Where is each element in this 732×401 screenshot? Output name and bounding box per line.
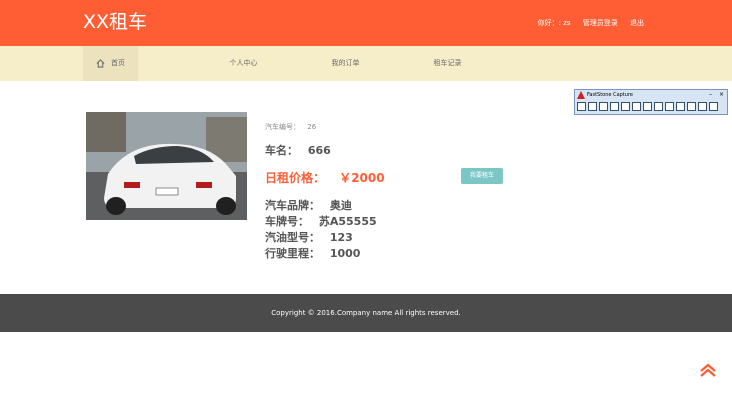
capture-tool-icon[interactable] — [654, 102, 663, 111]
nav-item-orders-label: 我的订单 — [332, 59, 360, 67]
nav-item-rental-records-label: 租车记录 — [434, 59, 462, 67]
copyright-text: Copyright © 2016.Company name All rights… — [271, 309, 461, 317]
mileage-value: 1000 — [330, 247, 361, 260]
nav-item-orders[interactable]: 我的订单 — [318, 46, 373, 81]
car-brand-label: 汽车品牌： — [265, 199, 320, 212]
nav-item-home[interactable]: 首页 — [83, 46, 138, 81]
main-nav: 首页 个人中心 我的订单 租车记录 — [0, 46, 732, 81]
capture-tool-icon[interactable] — [599, 102, 608, 111]
daily-price-row: 日租价格： ￥2000 — [265, 169, 385, 186]
capture-tool-icon[interactable] — [643, 102, 652, 111]
site-footer: Copyright © 2016.Company name All rights… — [0, 294, 732, 332]
capture-tool-icon[interactable] — [687, 102, 696, 111]
nav-item-home-label: 首页 — [111, 59, 125, 67]
car-number-row: 汽车编号： 26 — [265, 122, 316, 132]
nav-item-rental-records[interactable]: 租车记录 — [420, 46, 475, 81]
car-name-row: 车名： 666 — [265, 142, 331, 158]
car-photo — [86, 112, 247, 220]
user-greeting: 你好：: zs — [538, 19, 571, 27]
car-brand-row: 汽车品牌： 奥迪 — [265, 197, 352, 213]
back-to-top-icon[interactable] — [699, 363, 717, 377]
car-name-value: 666 — [308, 144, 331, 157]
capture-tool-icon[interactable] — [665, 102, 674, 111]
fuel-type-label: 汽油型号： — [265, 231, 320, 244]
faststone-capture-toolbar[interactable]: FastStone Capture – × — [574, 89, 728, 115]
license-plate-value: 苏A55555 — [319, 215, 377, 228]
rent-car-button[interactable]: 我要租车 — [461, 168, 503, 184]
capture-tool-icon[interactable] — [577, 102, 586, 111]
capture-tool-icon[interactable] — [676, 102, 685, 111]
faststone-title: FastStone Capture — [575, 90, 727, 100]
home-icon — [96, 59, 105, 68]
mileage-row: 行驶里程： 1000 — [265, 245, 360, 261]
nav-item-profile-label: 个人中心 — [230, 59, 258, 67]
capture-tool-icon[interactable] — [632, 102, 641, 111]
mileage-label: 行驶里程： — [265, 247, 320, 260]
site-header: XX租车 你好：: zs 管理员登录 退出 — [0, 0, 732, 46]
capture-tool-icon[interactable] — [709, 102, 718, 111]
capture-tool-icon[interactable] — [610, 102, 619, 111]
capture-tool-icon[interactable] — [588, 102, 597, 111]
fuel-type-value: 123 — [330, 231, 353, 244]
daily-price-value: ￥2000 — [339, 171, 384, 185]
car-number-value: 26 — [307, 123, 316, 131]
car-name-label: 车名： — [265, 144, 298, 157]
minimize-button[interactable]: – — [709, 90, 712, 100]
admin-login-link[interactable]: 管理员登录 — [583, 19, 618, 27]
license-plate-label: 车牌号： — [265, 215, 309, 228]
capture-tool-icon[interactable] — [621, 102, 630, 111]
car-brand-value: 奥迪 — [330, 199, 352, 212]
car-number-label: 汽车编号： — [265, 123, 300, 131]
close-button[interactable]: × — [719, 90, 724, 100]
site-logo[interactable]: XX租车 — [83, 10, 147, 34]
user-links: 你好：: zs 管理员登录 退出 — [538, 18, 644, 28]
logout-link[interactable]: 退出 — [630, 19, 644, 27]
capture-tool-icon[interactable] — [698, 102, 707, 111]
daily-price-label: 日租价格： — [265, 171, 325, 185]
fuel-type-row: 汽油型号： 123 — [265, 229, 353, 245]
license-plate-row: 车牌号： 苏A55555 — [265, 213, 377, 229]
nav-item-profile[interactable]: 个人中心 — [216, 46, 271, 81]
